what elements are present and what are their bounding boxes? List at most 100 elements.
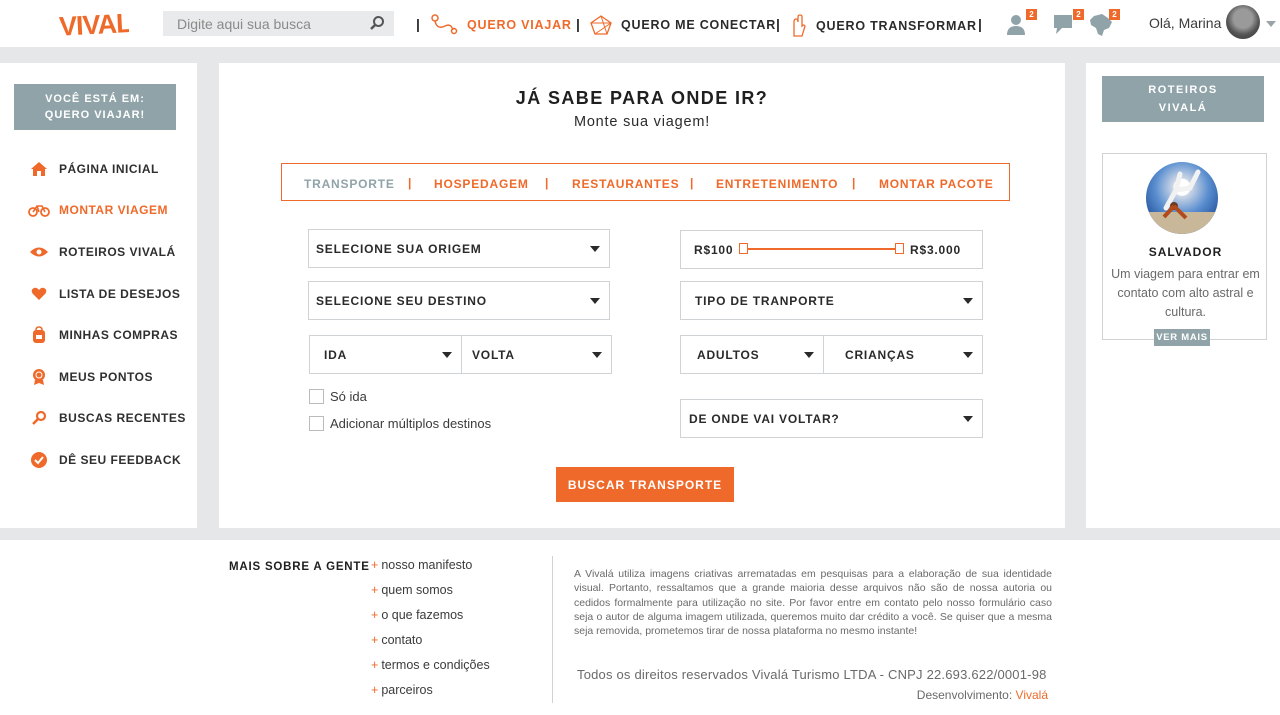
plus-icon: + [371, 633, 379, 647]
footer-heading: MAIS SOBRE A GENTE [229, 561, 370, 573]
origin-select[interactable]: SELECIONE SUA ORIGEM [308, 229, 610, 268]
ida-date-select[interactable]: IDA [309, 335, 462, 374]
sidebar-item-buscas-recentes[interactable]: BUSCAS RECENTES [28, 398, 186, 440]
sidebar-item-roteiros-vivala[interactable]: ROTEIROS VIVALÁ [28, 231, 186, 273]
svg-text:VIVALÁ: VIVALÁ [58, 6, 129, 42]
plus-icon: + [371, 558, 379, 572]
destination-select[interactable]: SELECIONE SEU DESTINO [308, 281, 610, 320]
checkbox[interactable] [309, 416, 324, 431]
multi-destination-checkbox[interactable]: Adicionar múltiplos destinos [309, 416, 491, 431]
see-more-button[interactable]: VER MAIS [1154, 329, 1210, 346]
plus-icon: + [371, 583, 379, 597]
roteiros-header: ROTEIROS VIVALÁ [1102, 76, 1264, 122]
adults-label: ADULTOS [697, 347, 760, 362]
search-bar[interactable]: Digite aqui sua busca [163, 11, 394, 36]
page-title: JÁ SABE PARA ONDE IR? [515, 88, 769, 108]
image-disclaimer: A Vivalá utiliza imagens criativas arrem… [574, 568, 1052, 638]
plus-icon: + [371, 658, 379, 672]
nav-label: QUERO ME CONECTAR [621, 18, 777, 32]
itinerary-card[interactable]: SALVADOR Um viagem para entrar em contat… [1102, 153, 1267, 346]
nav-label: QUERO VIAJAR [467, 18, 572, 32]
home-icon [28, 160, 50, 178]
footer-link-label: nosso manifesto [381, 558, 473, 572]
hand-icon [793, 14, 806, 37]
bicycle-icon [28, 201, 50, 219]
vivala-logo[interactable]: VIVALÁ [57, 4, 129, 42]
only-ida-checkbox[interactable]: Só ida [309, 389, 367, 404]
footer-link-label: parceiros [381, 683, 433, 697]
tab-montar-pacote[interactable]: MONTAR PACOTE [879, 177, 994, 191]
tab-hospedagem[interactable]: HOSPEDAGEM [434, 177, 529, 191]
footer-link-o-que-fazemos[interactable]: + o que fazemos [371, 608, 490, 633]
right-sidebar: ROTEIROS VIVALÁ SALVADOR Um viagem para … [1086, 63, 1280, 528]
sidebar-item-lista-de-desejos[interactable]: LISTA DE DESEJOS [28, 273, 186, 315]
roteiros-header-line2: VIVALÁ [1158, 102, 1208, 114]
price-min: R$100 [694, 242, 734, 257]
avatar[interactable] [1226, 5, 1260, 39]
footer-link-contato[interactable]: + contato [371, 633, 490, 658]
location-line2: QUERO VIAJAR! [44, 109, 146, 121]
sidebar-item-de-seu-feedback[interactable]: DÊ SEU FEEDBACK [28, 439, 186, 481]
footer-link-parceiros[interactable]: + parceiros [371, 683, 490, 708]
children-label: CRIANÇAS [845, 347, 915, 362]
nav-quero-viajar[interactable]: QUERO VIAJAR [431, 14, 572, 36]
return-from-select[interactable]: DE ONDE VAI VOLTAR? [680, 399, 983, 438]
nav-separator: | [978, 16, 982, 32]
footer-link-quem-somos[interactable]: + quem somos [371, 583, 490, 608]
tab-restaurantes[interactable]: RESTAURANTES [572, 177, 679, 191]
footer-link-manifesto[interactable]: + nosso manifesto [371, 558, 490, 583]
chevron-down-icon [590, 298, 600, 304]
itinerary-photo[interactable] [1146, 162, 1218, 234]
chevron-down-icon [590, 246, 600, 252]
map-notifications[interactable]: 2 [1088, 9, 1120, 38]
slider-handle-min[interactable] [739, 243, 748, 254]
search-icon[interactable] [369, 15, 385, 31]
user-icon [1007, 15, 1025, 35]
slider-track [745, 248, 901, 250]
children-select[interactable]: CRIANÇAS [823, 335, 983, 374]
price-max: R$3.000 [910, 242, 961, 257]
profile-notifications[interactable]: 2 [1005, 9, 1037, 38]
developer-link[interactable]: Vivalá [1016, 688, 1048, 702]
tab-transporte[interactable]: TRANSPORTE [304, 177, 395, 191]
notification-badge: 2 [1109, 9, 1120, 20]
footer-links: + nosso manifesto + quem somos + o que faze… [371, 558, 490, 708]
chevron-down-icon [592, 352, 602, 358]
notification-badge: 2 [1026, 9, 1037, 20]
nav-quero-transformar[interactable]: QUERO TRANSFORMAR [788, 14, 977, 38]
plus-icon: + [371, 683, 379, 697]
sidebar-item-label: PÁGINA INICIAL [59, 161, 159, 176]
footer-link-termos[interactable]: + termos e condições [371, 658, 490, 683]
sidebar-item-label: MEUS PONTOS [59, 369, 153, 384]
chevron-down-icon[interactable] [1266, 21, 1276, 27]
top-header: VIVALÁ Digite aqui sua busca | QUERO VIA… [0, 0, 1280, 47]
user-greeting[interactable]: Olá, Marina [1149, 15, 1221, 31]
chevron-down-icon [442, 352, 452, 358]
tab-entretenimento[interactable]: ENTRETENIMENTO [716, 177, 838, 191]
search-icon [28, 409, 50, 427]
messages-notifications[interactable]: 2 [1052, 9, 1084, 38]
sidebar-item-pagina-inicial[interactable]: PÁGINA INICIAL [28, 148, 186, 190]
notification-badge: 2 [1073, 9, 1084, 20]
tab-separator: | [545, 176, 550, 190]
sidebar-item-montar-viagem[interactable]: MONTAR VIAGEM [28, 190, 186, 232]
chat-icon [1054, 15, 1072, 34]
slider-handle-max[interactable] [895, 243, 904, 254]
volta-date-select[interactable]: VOLTA [461, 335, 612, 374]
sidebar-item-meus-pontos[interactable]: MEUS PONTOS [28, 356, 186, 398]
chevron-down-icon [963, 352, 973, 358]
footer-link-label: termos e condições [381, 658, 490, 672]
page-subtitle: Monte sua viagem! [573, 114, 711, 130]
price-range-slider[interactable]: R$100 R$3.000 [680, 230, 983, 269]
search-transport-button[interactable]: BUSCAR TRANSPORTE [556, 467, 734, 502]
sidebar-item-label: MONTAR VIAGEM [59, 203, 168, 218]
route-icon [431, 14, 458, 35]
checkbox[interactable] [309, 389, 324, 404]
location-line1: VOCÊ ESTÁ EM: [45, 93, 145, 105]
search-input[interactable]: Digite aqui sua busca [177, 16, 311, 32]
medal-icon [28, 368, 50, 386]
nav-quero-me-conectar[interactable]: QUERO ME CONECTAR [589, 14, 776, 36]
transport-type-select[interactable]: TIPO DE TRANPORTE [680, 281, 983, 320]
adults-select[interactable]: ADULTOS [680, 335, 824, 374]
sidebar-item-minhas-compras[interactable]: MINHAS COMPRAS [28, 314, 186, 356]
